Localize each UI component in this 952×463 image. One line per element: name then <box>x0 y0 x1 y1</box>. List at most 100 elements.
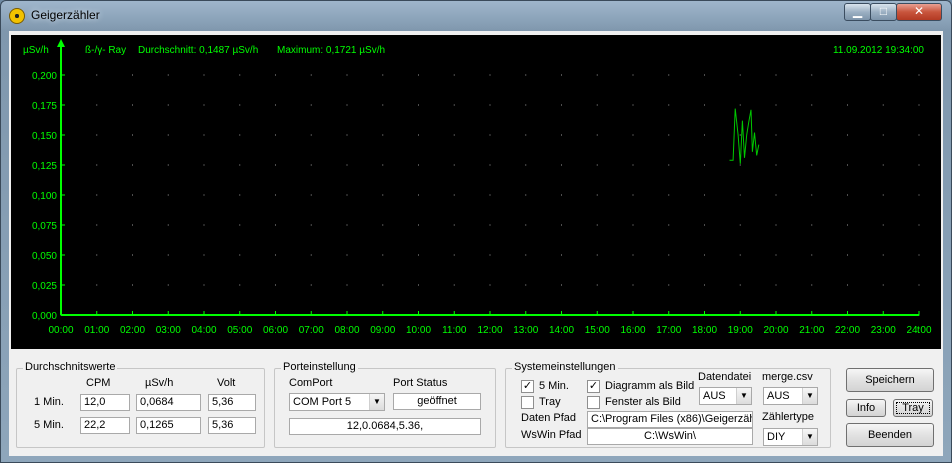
checkbox-5min[interactable]: ✓ <box>521 380 534 393</box>
grid-dot <box>346 194 348 196</box>
x-tick-label: 20:00 <box>763 325 788 336</box>
title-bar[interactable]: Geigerzähler ▁ □ ✕ <box>1 1 951 29</box>
x-tick-label: 19:00 <box>728 325 753 336</box>
x-tick-label: 11:00 <box>442 325 467 336</box>
port-status-label: Port Status <box>393 377 448 389</box>
daten-pfad-field[interactable]: C:\Program Files (x86)\Geigerzähler <box>587 411 753 428</box>
dose-rate-chart: µSv/h ß-/γ- Ray Durchschnitt: 0,1487 µSv… <box>11 35 941 349</box>
x-tick-label: 13:00 <box>513 325 538 336</box>
info-button[interactable]: Info <box>846 399 886 417</box>
grid-dot <box>918 284 920 286</box>
save-button[interactable]: Speichern <box>846 368 934 392</box>
zaehlertype-select[interactable]: DIY ▼ <box>763 428 818 446</box>
grid-dot <box>882 164 884 166</box>
grid-dot <box>811 284 813 286</box>
checkbox-window[interactable] <box>587 396 600 409</box>
merge-csv-label: merge.csv <box>762 371 813 383</box>
x-tick-label: 07:00 <box>299 325 324 336</box>
merge-csv-select[interactable]: AUS ▼ <box>763 387 818 405</box>
grid-dot <box>346 134 348 136</box>
grid-dot <box>739 134 741 136</box>
tray-button[interactable]: Tray <box>893 399 933 417</box>
chevron-down-icon[interactable]: ▼ <box>369 394 384 410</box>
grid-dot <box>668 284 670 286</box>
grid-dot <box>918 254 920 256</box>
grid-dot <box>382 104 384 106</box>
grid-dot <box>632 74 634 76</box>
grid-dot <box>918 74 920 76</box>
chart-grid <box>60 74 920 316</box>
grid-dot <box>525 284 527 286</box>
cpm-1min-field: 12,0 <box>80 394 130 411</box>
grid-dot <box>596 74 598 76</box>
grid-dot <box>918 164 920 166</box>
x-tick-label: 01:00 <box>84 325 109 336</box>
grid-dot <box>525 254 527 256</box>
grid-dot <box>739 74 741 76</box>
radiation-icon <box>9 8 25 24</box>
y-tick-label: 0,125 <box>32 161 57 172</box>
grid-dot <box>96 254 98 256</box>
checkbox-tray[interactable] <box>521 396 534 409</box>
maximize-button[interactable]: □ <box>870 3 897 21</box>
x-tick-label: 04:00 <box>191 325 216 336</box>
grid-dot <box>167 74 169 76</box>
chevron-down-icon[interactable]: ▼ <box>802 388 817 404</box>
y-tick-label: 0,050 <box>32 251 57 262</box>
grid-dot <box>346 104 348 106</box>
y-tick-label: 0,150 <box>32 131 57 142</box>
chevron-down-icon[interactable]: ▼ <box>802 429 817 445</box>
grid-dot <box>632 284 634 286</box>
comport-select[interactable]: COM Port 5 ▼ <box>289 393 385 411</box>
volt-1min-field: 5,36 <box>208 394 256 411</box>
chart-axes <box>57 39 919 316</box>
grid-dot <box>489 104 491 106</box>
grid-dot <box>418 194 419 196</box>
header-volt: Volt <box>217 377 236 389</box>
usv-5min-field: 0,1265 <box>136 417 201 434</box>
grid-dot <box>811 194 813 196</box>
checkbox-window-label[interactable]: Fenster als Bild <box>605 396 681 408</box>
grid-dot <box>847 224 848 226</box>
grid-dot <box>847 254 848 256</box>
checkbox-diagram[interactable]: ✓ <box>587 380 600 393</box>
grid-dot <box>882 104 884 106</box>
checkbox-diagram-label[interactable]: Diagramm als Bild <box>605 380 694 392</box>
grid-dot <box>453 134 455 136</box>
grid-dot <box>668 74 670 76</box>
minimize-button[interactable]: ▁ <box>844 3 871 21</box>
grid-dot <box>382 164 384 166</box>
close-button[interactable]: ✕ <box>896 3 942 21</box>
grid-dot <box>847 74 848 76</box>
chevron-down-icon[interactable]: ▼ <box>736 388 751 404</box>
grid-dot <box>561 194 562 196</box>
x-tick-label: 09:00 <box>370 325 395 336</box>
checkbox-tray-label[interactable]: Tray <box>539 396 561 408</box>
grid-dot <box>275 194 276 196</box>
grid-dot <box>882 254 884 256</box>
wswin-pfad-field[interactable]: C:\WsWin\ <box>587 428 753 445</box>
grid-dot <box>310 194 312 196</box>
grid-dot <box>704 164 705 166</box>
comport-label: ComPort <box>289 377 333 389</box>
datendatei-select[interactable]: AUS ▼ <box>699 387 752 405</box>
grid-dot <box>310 74 312 76</box>
grid-dot <box>596 134 598 136</box>
grid-dot <box>882 74 884 76</box>
chart-canvas: µSv/h ß-/γ- Ray Durchschnitt: 0,1487 µSv… <box>23 39 932 336</box>
grid-dot <box>489 194 491 196</box>
grid-dot <box>239 194 241 196</box>
x-tick-label: 16:00 <box>620 325 645 336</box>
grid-dot <box>275 224 276 226</box>
grid-dot <box>632 134 634 136</box>
row-label-5min: 5 Min. <box>34 419 64 431</box>
grid-dot <box>275 164 276 166</box>
grid-dot <box>704 104 705 106</box>
grid-dot <box>668 164 670 166</box>
checkbox-5min-label[interactable]: 5 Min. <box>539 380 569 392</box>
system-group-title: Systemeinstellungen <box>512 361 618 373</box>
grid-dot <box>704 254 705 256</box>
grid-dot <box>275 254 276 256</box>
grid-dot <box>596 224 598 226</box>
quit-button[interactable]: Beenden <box>846 423 934 447</box>
